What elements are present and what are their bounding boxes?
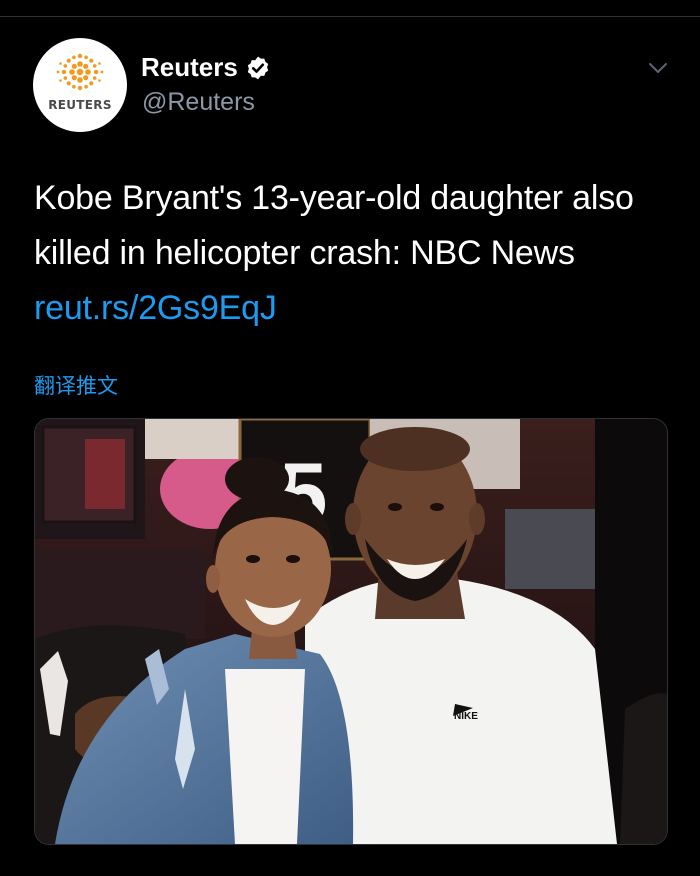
avatar-wordmark: REUTERS [48, 98, 112, 112]
reuters-logo-icon [56, 53, 104, 91]
chevron-down-icon[interactable] [646, 58, 670, 78]
author-handle[interactable]: @Reuters [142, 88, 255, 117]
verified-check-icon [247, 56, 269, 80]
tweet-link[interactable]: reut.rs/2Gs9EqJ [34, 289, 277, 327]
tweet-photo[interactable]: 5 NIKE [34, 418, 668, 845]
top-divider [0, 16, 700, 17]
photo-illustration: 5 NIKE [35, 419, 667, 844]
author-name[interactable]: Reuters [141, 52, 238, 83]
avatar[interactable]: REUTERS [33, 38, 127, 132]
tweet-body: Kobe Bryant's 13-year-old daughter also … [34, 179, 634, 272]
tweet-text: Kobe Bryant's 13-year-old daughter also … [34, 171, 674, 336]
shirt-logo: NIKE [454, 711, 478, 722]
translate-tweet-link[interactable]: 翻译推文 [34, 370, 118, 400]
